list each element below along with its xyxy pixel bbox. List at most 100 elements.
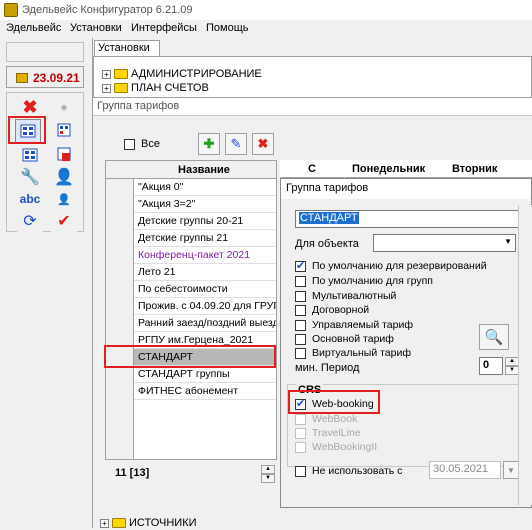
chevron-down-icon[interactable]: ▼ — [504, 237, 512, 246]
grid-add-icon[interactable] — [51, 119, 77, 143]
scroll-up-icon[interactable]: ▲ — [261, 465, 275, 474]
menu-item-interfaces[interactable]: Интерфейсы — [131, 22, 197, 34]
stepper-down-icon[interactable]: ▼ — [505, 366, 519, 375]
table-row-selected[interactable]: СТАНДАРТ — [134, 349, 276, 366]
min-period-field[interactable]: 0 — [479, 357, 503, 375]
grid-blue-icon[interactable] — [17, 143, 43, 167]
table-row[interactable]: СТАНДАРТ группы — [134, 366, 276, 383]
date-dropdown-icon[interactable]: ▼ — [503, 461, 519, 479]
checkbox-main-tariff[interactable]: Основной тариф — [295, 332, 394, 346]
expand-icon[interactable]: + — [100, 518, 109, 528]
checkbox-box[interactable] — [295, 347, 306, 359]
delete-row-icon[interactable]: ✖ — [252, 133, 274, 155]
checkbox-label: Управляемый тариф — [312, 319, 413, 331]
table-row[interactable]: "Акция 0" — [134, 179, 276, 196]
column-monday-header[interactable]: Понедельник — [352, 163, 425, 175]
tree-item-label: ПЛАН СЧЕТОВ — [131, 82, 209, 94]
grid-footer: 11 [13] ▲ ▼ — [105, 462, 277, 484]
checkbox-label: WebBook — [312, 413, 358, 425]
checkbox-label: Основной тариф — [312, 333, 394, 345]
checkbox-webbookingii: WebBookingII — [295, 440, 377, 454]
checkbox-box[interactable] — [295, 319, 306, 331]
checkbox-contractual[interactable]: Договорной — [295, 303, 369, 317]
title-bar: Эдельвейс Конфигуратор 6.21.09 — [0, 0, 532, 20]
menu-item-edelweiss[interactable]: Эдельвейс — [6, 22, 61, 34]
for-object-select[interactable]: ▼ — [373, 234, 516, 252]
tree-item-label: ИСТОЧНИКИ — [129, 517, 197, 529]
table-row[interactable]: Лето 21 — [134, 264, 276, 281]
tree-panel: + АДМИНИСТРИРОВАНИЕ + ПЛАН СЧЕТОВ — [93, 56, 532, 98]
checkbox-default-groups[interactable]: По умолчанию для групп — [295, 274, 433, 288]
delete-icon[interactable]: ✖ — [17, 95, 43, 119]
add-icon[interactable]: ✚ — [198, 133, 220, 155]
table-row[interactable]: "Акция 3=2" — [134, 196, 276, 213]
checklist-icon[interactable]: ✔ — [51, 209, 77, 233]
table-row[interactable]: РГПУ им.Герцена_2021 — [134, 332, 276, 349]
all-checkbox-box[interactable] — [124, 138, 135, 150]
search-icon[interactable]: 🔍 — [479, 324, 509, 350]
table-row[interactable]: ФИТНЕС абонемент — [134, 383, 276, 400]
column-c-header[interactable]: С — [308, 163, 316, 175]
table-row[interactable]: Ранний заезд/поздний выезд — [134, 315, 276, 332]
checkbox-box[interactable] — [295, 333, 306, 345]
disabled-circle-icon: ● — [51, 95, 77, 119]
table-row[interactable]: Детские группы 21 — [134, 230, 276, 247]
abc-icon[interactable]: abc — [17, 187, 43, 211]
refresh-icon[interactable]: ⟳ — [17, 209, 43, 233]
not-use-date-field[interactable]: 30.05.2021 — [429, 461, 501, 479]
calendar-icon — [16, 73, 28, 83]
menu-bar: Эдельвейс Установки Интерфейсы Помощь — [0, 20, 532, 38]
checkbox-box[interactable] — [295, 397, 306, 410]
menu-item-help[interactable]: Помощь — [206, 22, 249, 34]
expand-icon[interactable]: + — [102, 83, 111, 93]
tools-icon[interactable]: 🔧 — [17, 165, 43, 189]
user-mk-icon[interactable]: 👤 — [51, 187, 77, 211]
user-clock-icon[interactable]: 👤 — [51, 165, 77, 189]
checkbox-web-booking[interactable]: Web-booking — [295, 397, 374, 411]
checkbox-not-use-from[interactable]: Не использовать с — [295, 464, 402, 478]
column-name-header[interactable]: Название — [178, 164, 230, 176]
checkbox-box[interactable] — [295, 290, 306, 302]
window-title: Эдельвейс Конфигуратор 6.21.09 — [22, 4, 193, 16]
tree-item-admin[interactable]: + АДМИНИСТРИРОВАНИЕ — [102, 67, 262, 81]
tab-settings[interactable]: Установки — [94, 40, 160, 56]
all-checkbox[interactable]: Все — [124, 138, 160, 150]
right-edge-panel — [518, 205, 532, 505]
for-object-value — [374, 235, 377, 247]
expand-icon[interactable]: + — [102, 69, 111, 79]
edit-icon[interactable]: ✎ — [225, 133, 247, 155]
checkbox-box[interactable] — [295, 259, 306, 272]
all-checkbox-label: Все — [141, 138, 160, 150]
stepper-up-icon[interactable]: ▲ — [505, 357, 519, 366]
table-row[interactable]: Конференц-пакет 2021 — [134, 247, 276, 264]
date-box[interactable]: 23.09.21 — [6, 66, 84, 88]
tree-item-accounts[interactable]: + ПЛАН СЧЕТОВ — [102, 81, 209, 95]
checkbox-box — [295, 427, 306, 439]
table-row[interactable]: По себестоимости — [134, 281, 276, 298]
checkbox-label: Web-booking — [312, 398, 374, 410]
checkbox-box[interactable] — [295, 465, 306, 477]
checkbox-box — [295, 441, 306, 453]
tree-item-label: АДМИНИСТРИРОВАНИЕ — [131, 68, 262, 80]
checkbox-box — [295, 413, 306, 425]
for-object-label: Для объекта — [295, 238, 359, 250]
checkbox-box[interactable] — [295, 275, 306, 287]
row-indicator-column — [106, 179, 134, 459]
name-field[interactable]: СТАНДАРТ — [295, 210, 521, 228]
table-row[interactable]: Прожив. с 04.09.20 для ГРУПП — [134, 298, 276, 315]
grid-header: Название — [106, 161, 276, 179]
checkbox-label: Мультивалютный — [312, 290, 397, 302]
checkbox-managed-tariff[interactable]: Управляемый тариф — [295, 318, 413, 332]
checkbox-multicurrency[interactable]: Мультивалютный — [295, 289, 396, 303]
checkbox-box[interactable] — [295, 304, 306, 316]
checkbox-default-reservations[interactable]: По умолчанию для резервирований — [295, 259, 487, 273]
name-field-value: СТАНДАРТ — [299, 212, 359, 224]
panel-title: Группа тарифов — [93, 98, 532, 116]
table-row[interactable]: Детские группы 20-21 — [134, 213, 276, 230]
checkbox-virtual-tariff[interactable]: Виртуальный тариф — [295, 346, 411, 360]
grid-view-icon[interactable] — [15, 119, 41, 143]
column-tuesday-header[interactable]: Вторник — [452, 163, 497, 175]
scroll-down-icon[interactable]: ▼ — [261, 474, 275, 483]
menu-item-settings[interactable]: Установки — [70, 22, 122, 34]
grid-red-icon[interactable] — [51, 143, 77, 167]
